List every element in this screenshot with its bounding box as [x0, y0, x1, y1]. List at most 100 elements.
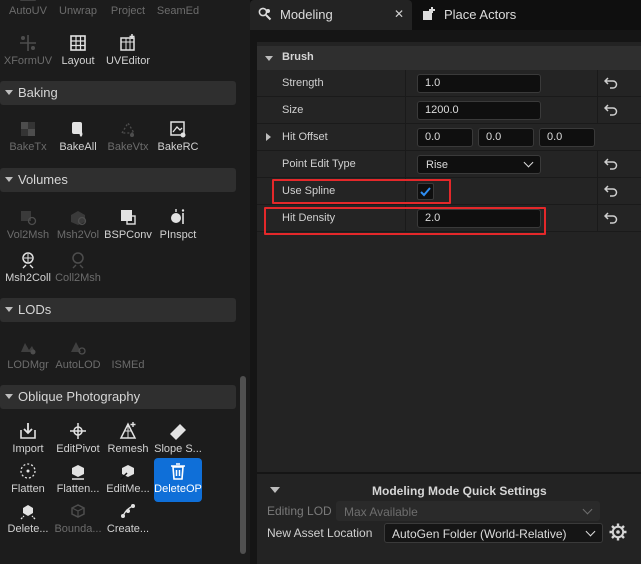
tool-button-lodmgr[interactable]: LODMgr [4, 334, 52, 378]
tool-label: Flatten... [56, 483, 100, 495]
reset-to-default-icon[interactable] [604, 77, 618, 89]
chevron-down-icon [270, 487, 280, 493]
bake-texture-icon [21, 122, 35, 136]
tool-label: DeleteOP [154, 483, 202, 495]
tool-button-flatten[interactable]: Flatten... [54, 458, 102, 502]
tool-label: Create... [106, 523, 150, 535]
tool-button-seamed[interactable]: SeamEd [154, 0, 202, 24]
chevron-down-icon [582, 504, 593, 515]
tool-label: Msh2Coll [5, 272, 51, 284]
tool-button-bakevtx[interactable]: BakeVtx [104, 116, 152, 160]
editing-lod-label: Editing LOD [267, 504, 332, 518]
physics-inspect-icon [171, 209, 185, 224]
category-header-baking[interactable]: Baking [0, 81, 236, 105]
delete-box-icon [20, 505, 36, 520]
new-asset-location-dropdown[interactable]: AutoGen Folder (World-Relative) [384, 523, 603, 543]
unwrap-icon [68, 0, 88, 3]
category-title: Volumes [18, 172, 68, 187]
brush-section-title: Brush [282, 51, 314, 63]
reset-to-default-icon[interactable] [604, 185, 618, 197]
category-header-oblique[interactable]: Oblique Photography [0, 385, 236, 409]
tool-label: LODMgr [7, 359, 49, 371]
edit-mesh-icon [120, 465, 134, 480]
flatten-box-icon [72, 465, 84, 480]
tool-button-layout[interactable]: Layout [54, 30, 102, 74]
reset-to-default-icon[interactable] [604, 212, 618, 224]
hit-offset-y-input[interactable]: 0.0 [478, 128, 534, 147]
chevron-down-icon [5, 394, 13, 399]
tool-button-vol2msh[interactable]: Vol2Msh [4, 204, 52, 248]
tool-button-pinspct[interactable]: PInspct [154, 204, 202, 248]
tool-label: Msh2Vol [56, 229, 100, 241]
tool-label: EditPivot [56, 443, 100, 455]
chevron-down-icon [523, 157, 534, 168]
auto-lod-icon [71, 342, 86, 355]
tool-button-unwrap[interactable]: Unwrap [54, 0, 102, 24]
tool-palette-scrollbar-thumb[interactable] [240, 376, 246, 554]
tool-button-slope-s[interactable]: Slope S... [154, 418, 202, 462]
chevron-down-icon [5, 177, 13, 182]
quick-settings-header[interactable]: Modeling Mode Quick Settings [257, 478, 641, 500]
reset-to-default-icon[interactable] [604, 158, 618, 170]
hit-offset-z-input[interactable]: 0.0 [539, 128, 595, 147]
tool-button-msh2coll[interactable]: Msh2Coll [4, 247, 52, 291]
tool-button-bakerc[interactable]: BakeRC [154, 116, 202, 160]
auto-uv-icon [20, 0, 36, 1]
category-header-volumes[interactable]: Volumes [0, 168, 236, 192]
tool-button-xformuv[interactable]: XFormUV [4, 30, 52, 74]
editing-lod-value: Max Available [344, 505, 418, 519]
tool-button-msh2vol[interactable]: Msh2Vol [54, 204, 102, 248]
brush-section-header[interactable]: Brush [257, 46, 641, 70]
tool-button-bakeall[interactable]: BakeAll [54, 116, 102, 160]
tool-label: Coll2Msh [55, 272, 101, 284]
close-icon[interactable]: ✕ [394, 7, 404, 21]
tool-button-create[interactable]: Create... [104, 498, 152, 542]
edit-pivot-icon [70, 423, 86, 439]
tool-label: XFormUV [3, 55, 53, 67]
tool-button-autolod[interactable]: AutoLOD [54, 334, 102, 378]
size-label: Size [282, 104, 304, 116]
property-row-size: Size 1200.0 [257, 97, 641, 124]
strength-input[interactable]: 1.0 [417, 74, 541, 93]
tool-button-remesh[interactable]: Remesh [104, 418, 152, 462]
tab-place-actors[interactable]: Place Actors [414, 0, 554, 30]
gear-icon[interactable] [609, 523, 627, 541]
tab-modeling[interactable]: Modeling ✕ [250, 0, 412, 30]
tool-button-autouv[interactable]: AutoUV [4, 0, 52, 24]
tool-label: BakeTx [9, 141, 47, 153]
tool-button-deleteop[interactable]: DeleteOP [154, 458, 202, 502]
tool-button-delete[interactable]: Delete... [4, 498, 52, 542]
editing-lod-dropdown[interactable]: Max Available [336, 501, 600, 521]
tool-label: Unwrap [59, 5, 97, 17]
tool-button-bspconv[interactable]: BSPConv [104, 204, 152, 248]
tool-button-uveditor[interactable]: UVEditor [104, 30, 152, 74]
tool-button-coll2msh[interactable]: Coll2Msh [54, 247, 102, 291]
tool-button-bounda[interactable]: Bounda... [54, 498, 102, 542]
tool-button-flatten[interactable]: Flatten [4, 458, 52, 502]
chevron-down-icon [585, 526, 596, 537]
tool-button-project[interactable]: Project [104, 0, 152, 24]
slope-icon [170, 424, 186, 440]
lod-manager-icon [21, 343, 36, 355]
tool-button-import[interactable]: Import [4, 418, 52, 462]
uv-editor-icon [120, 34, 135, 51]
tool-button-editme[interactable]: EditMe... [104, 458, 152, 502]
hit-offset-x-input[interactable]: 0.0 [417, 128, 473, 147]
reset-to-default-icon[interactable] [604, 104, 618, 116]
category-title: LODs [18, 302, 52, 317]
category-header-lods[interactable]: LODs [0, 298, 236, 322]
category-title: Oblique Photography [18, 389, 141, 404]
tool-label: BakeAll [59, 141, 97, 153]
point-edit-type-value: Rise [426, 159, 449, 171]
tool-button-baketx[interactable]: BakeTx [4, 116, 52, 160]
tab-modeling-label: Modeling [280, 7, 333, 22]
property-row-point-edit-type: Point Edit Type Rise [257, 151, 641, 178]
tool-label: Import [12, 443, 44, 455]
size-input[interactable]: 1200.0 [417, 101, 541, 120]
tool-palette: AutoUV Unwrap Project SeamEd XFormUV Layout UV… [0, 0, 250, 564]
chevron-right-icon[interactable] [266, 133, 271, 141]
tool-button-ismed[interactable]: ISMEd [104, 334, 152, 378]
modeling-mode-icon [258, 7, 272, 21]
tool-button-editpivot[interactable]: EditPivot [54, 418, 102, 462]
point-edit-type-dropdown[interactable]: Rise [417, 155, 541, 174]
